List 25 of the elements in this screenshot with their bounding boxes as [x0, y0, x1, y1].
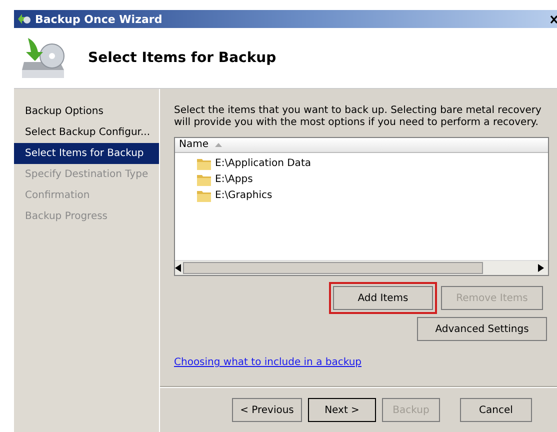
- app-icon: [17, 13, 31, 25]
- list-item[interactable]: E:\Apps: [215, 174, 253, 184]
- description-text: Select the items that you want to back up. Selecting bare metal recovery will provide you with the most options if you need to perform a recovery.: [174, 105, 542, 129]
- folder-icon: [197, 156, 211, 170]
- sort-icon: [214, 143, 222, 147]
- sidebar-item[interactable]: Backup Options: [14, 101, 159, 122]
- window-title: Backup Once Wizard: [35, 12, 164, 26]
- list-item[interactable]: E:\Graphics: [215, 190, 272, 200]
- advanced-settings-button[interactable]: Advanced Settings: [417, 317, 547, 341]
- sidebar-item[interactable]: Select Backup Configur...: [14, 122, 159, 143]
- wizard-button[interactable]: < Previous: [232, 398, 302, 422]
- list-item[interactable]: E:\Application Data: [215, 158, 311, 168]
- add-items-button[interactable]: Add Items: [333, 286, 433, 310]
- wizard-button[interactable]: Next >: [308, 398, 376, 422]
- scroll-left-icon[interactable]: [175, 264, 181, 272]
- wizard-button[interactable]: Cancel: [460, 398, 532, 422]
- horizontal-scrollbar[interactable]: [175, 260, 548, 275]
- help-link[interactable]: Choosing what to include in a backup: [174, 357, 362, 368]
- sidebar-item[interactable]: Select Items for Backup: [14, 143, 159, 164]
- column-header[interactable]: Name: [175, 138, 548, 153]
- folder-icon: [197, 172, 211, 186]
- page-heading: Select Items for Backup: [88, 50, 276, 66]
- scroll-right-icon[interactable]: [538, 264, 544, 272]
- close-icon[interactable]: [550, 14, 557, 24]
- folder-icon: [197, 188, 211, 202]
